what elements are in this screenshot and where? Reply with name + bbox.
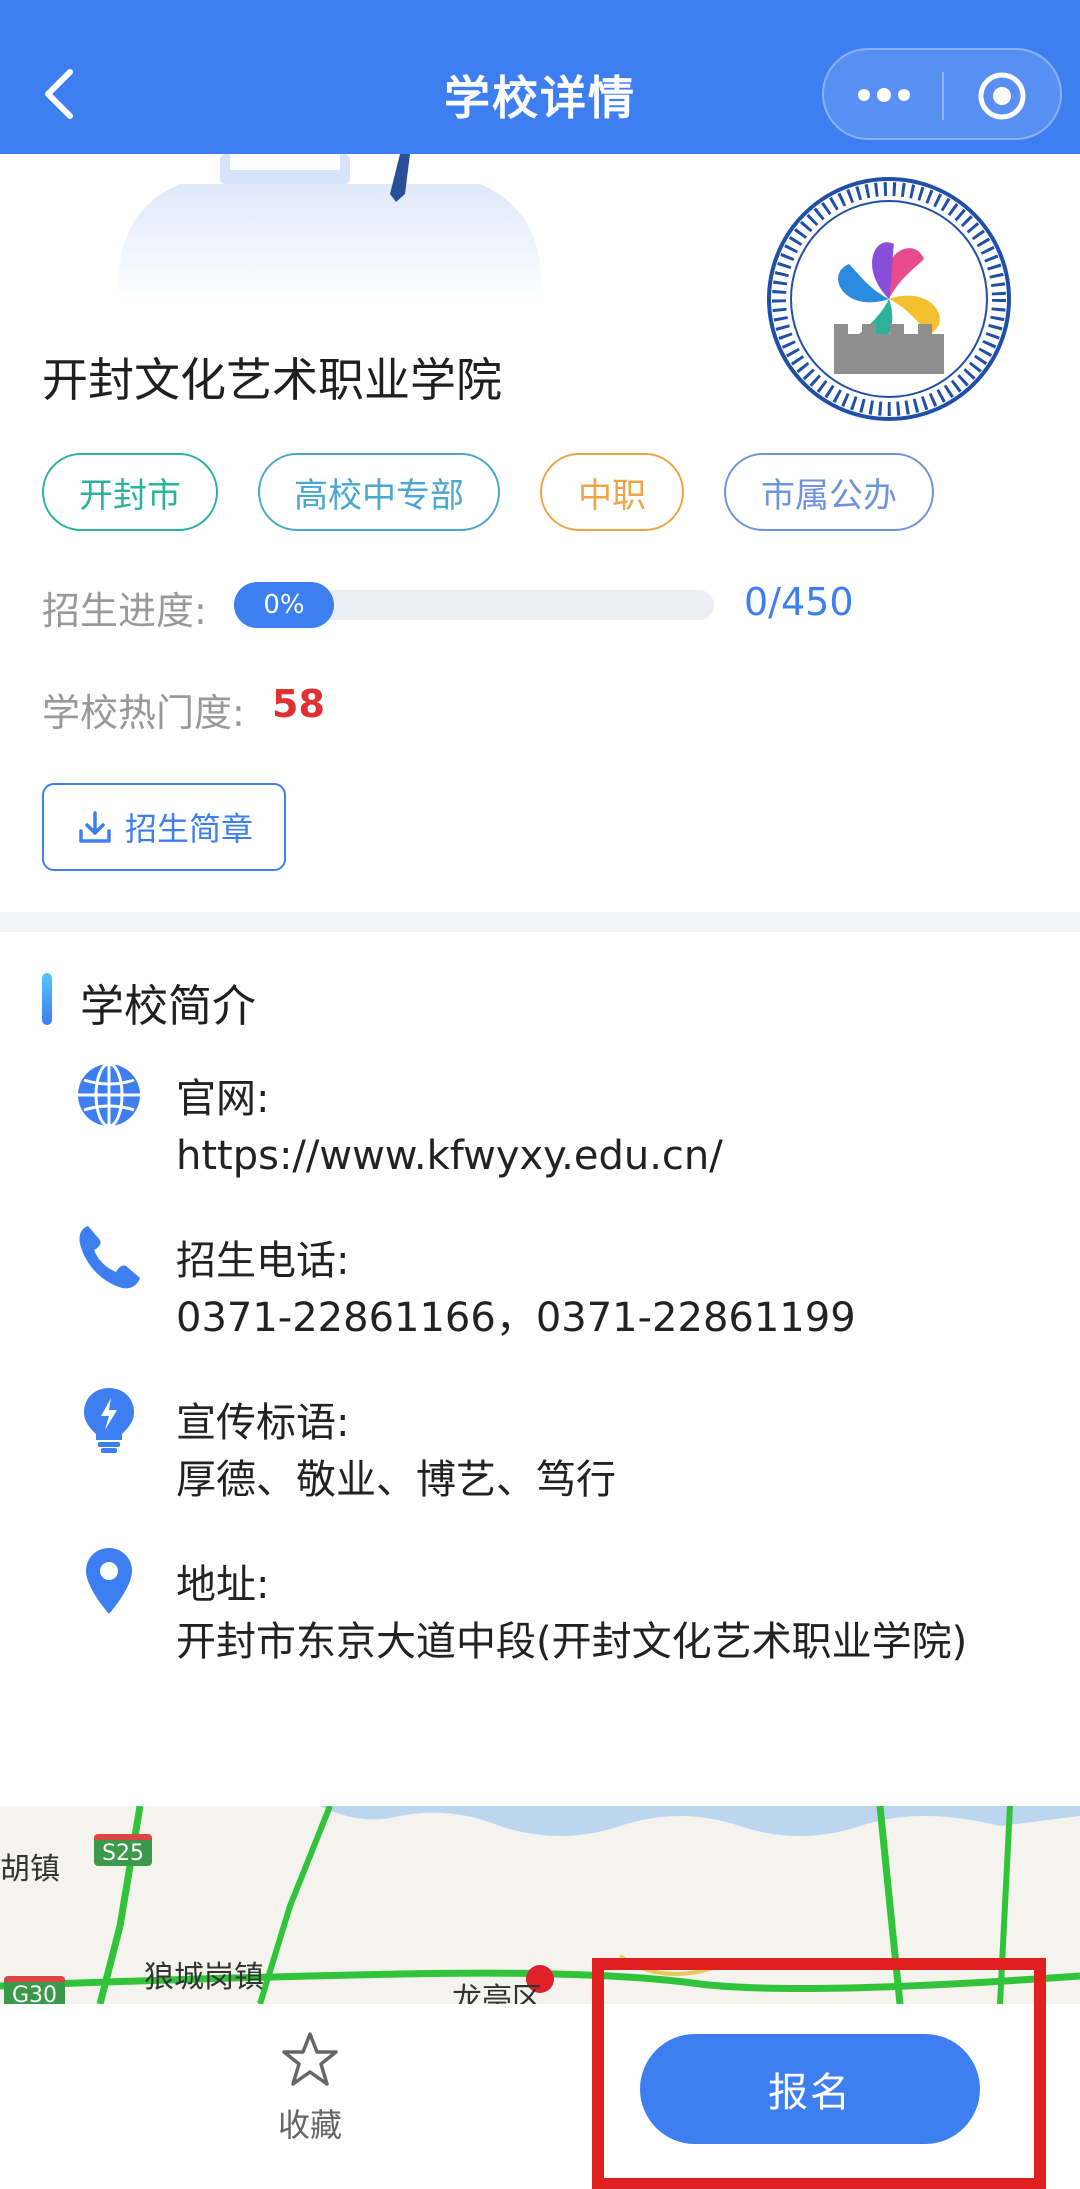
lightbulb-icon [84,1388,134,1453]
location-pin-icon [86,1548,132,1614]
phone-value[interactable]: 0371-22861166，0371-22861199 [176,1287,1006,1349]
star-icon[interactable] [280,2030,340,2090]
miniprogram-capsule [822,48,1062,140]
favorite-label[interactable]: 收藏 [250,2100,370,2146]
slogan-label: 宣传标语: [176,1400,350,1446]
tag-ownership: 市属公办 [724,453,934,531]
map-label-langchenggang: 狼城岗镇 [144,1960,264,1995]
enrollment-progress-count: 0/450 [744,580,854,624]
signup-button[interactable]: 报名 [640,2034,980,2144]
top-navigation-bar: 学校详情 [0,0,1080,154]
tag-city: 开封市 [42,453,218,531]
section-separator [0,912,1080,932]
more-options-icon[interactable] [854,80,914,110]
capsule-divider [942,72,944,120]
tag-level: 中职 [540,453,684,531]
phone-icon [79,1226,140,1289]
globe-icon [78,1062,140,1128]
intro-section-title: 学校简介 [80,981,256,1032]
road-badge-s25: S25 [94,1834,152,1866]
website-label: 官网: [176,1076,270,1122]
address-label: 地址: [176,1562,270,1608]
tag-category: 高校中专部 [258,453,500,531]
popularity-value: 58 [272,682,325,726]
road-badge-g30: G30 [4,1976,66,2004]
map-label-longting: 龙亭区 [452,1982,542,2004]
brochure-download-button[interactable]: 招生简章 [42,783,286,871]
popularity-label: 学校热门度: [42,691,245,735]
address-value: 开封市东京大道中段(开封文化艺术职业学院) [176,1619,968,1665]
school-name: 开封文化艺术职业学院 [42,353,502,407]
close-target-icon[interactable] [976,70,1028,122]
phone-label: 招生电话: [176,1238,350,1284]
header-illustration [118,154,542,304]
school-logo [767,177,1011,421]
map-label-town: 胡镇 [0,1852,60,1887]
brochure-download-label: 招生简章 [124,810,253,848]
bottom-action-bar: 收藏 报名 [0,1958,1080,2189]
download-icon [79,811,111,843]
website-value[interactable]: https://www.kfwyxy.edu.cn/ [176,1125,1006,1187]
slogan-value: 厚德、敬业、博艺、笃行 [176,1457,616,1503]
enrollment-progress-badge: 0% [234,582,334,628]
section-accent-bar [42,973,52,1025]
enrollment-progress-label: 招生进度: [42,589,207,633]
